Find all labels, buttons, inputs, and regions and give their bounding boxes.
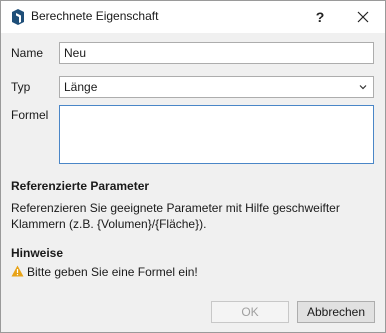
help-button[interactable]: ? <box>297 1 343 33</box>
name-input[interactable]: Neu <box>59 42 374 64</box>
formula-textarea[interactable] <box>59 105 374 164</box>
dialog-title: Berechnete Eigenschaft <box>31 9 159 23</box>
warning-message: Bitte geben Sie eine Formel ein! <box>27 265 198 279</box>
chevron-down-icon <box>359 85 367 90</box>
app-logo-icon <box>12 9 24 25</box>
close-icon <box>357 11 369 23</box>
type-select-value: Länge <box>64 80 98 94</box>
close-button[interactable] <box>341 1 385 33</box>
referenced-params-text: Referenzieren Sie geeignete Parameter mi… <box>11 201 340 231</box>
type-select[interactable]: Länge <box>59 76 374 98</box>
name-label: Name <box>11 46 44 60</box>
formula-label: Formel <box>11 108 49 122</box>
hints-heading: Hinweise <box>11 246 64 260</box>
referenced-params-heading: Referenzierte Parameter <box>11 179 150 193</box>
ok-button[interactable]: OK <box>211 301 289 323</box>
cancel-button[interactable]: Abbrechen <box>297 301 375 323</box>
warning-icon <box>11 265 24 277</box>
calculated-property-dialog: Berechnete Eigenschaft ? Name Neu Typ Lä… <box>0 0 386 333</box>
type-label: Typ <box>11 80 31 94</box>
title-bar: Berechnete Eigenschaft ? <box>1 1 385 33</box>
